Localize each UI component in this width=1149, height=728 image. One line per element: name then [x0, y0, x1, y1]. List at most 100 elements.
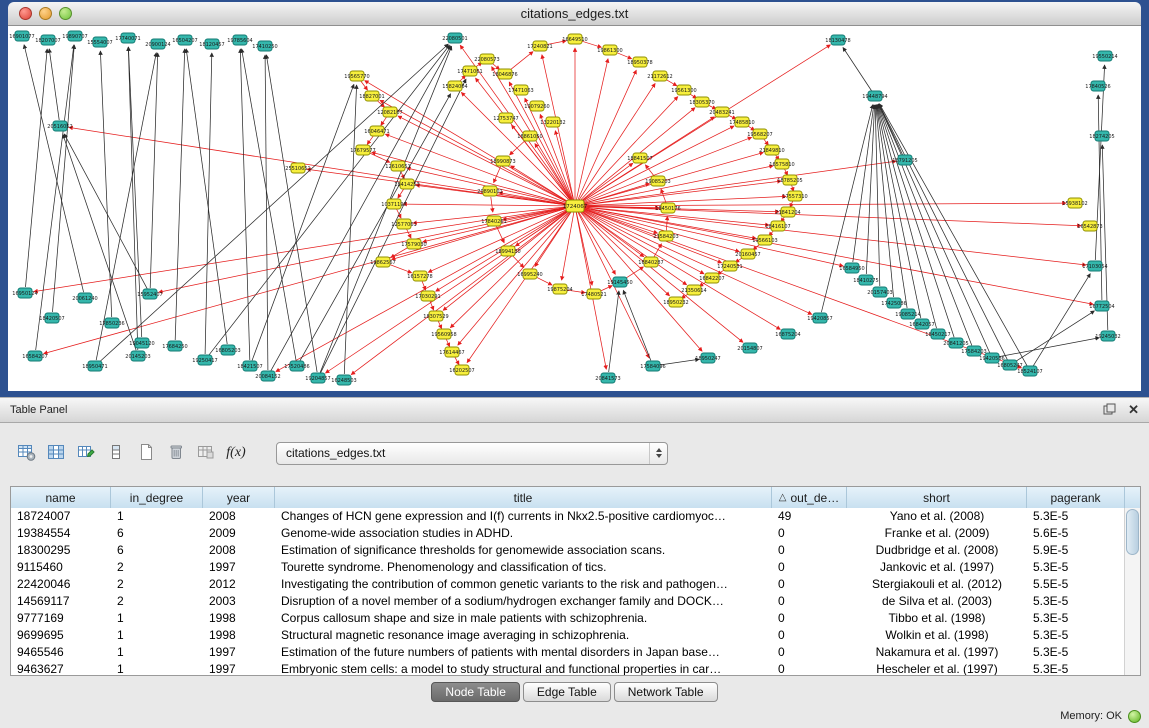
graph-node[interactable]: 17480521	[581, 289, 606, 299]
graph-node[interactable]: 19568207	[747, 129, 772, 139]
create-column-button[interactable]	[72, 440, 100, 467]
graph-node[interactable]: 19785604	[227, 35, 252, 45]
graph-node[interactable]: 17240821	[527, 41, 552, 51]
table-row[interactable]: 1456911722003Disruption of a novel membe…	[11, 593, 1125, 610]
graph-node[interactable]: 17485810	[729, 117, 754, 127]
graph-node[interactable]: 20154807	[737, 343, 762, 353]
table-row[interactable]: 946554611997Estimation of the future num…	[11, 644, 1125, 661]
window-titlebar[interactable]: citations_edges.txt	[8, 2, 1141, 26]
graph-node[interactable]: 21849810	[759, 145, 784, 155]
graph-node[interactable]: 20061240	[72, 293, 97, 303]
column-header-title[interactable]: title	[275, 487, 772, 508]
graph-node[interactable]: 16202507	[449, 365, 474, 375]
graph-node[interactable]: 20841205	[943, 338, 968, 348]
graph-node[interactable]: 18307529	[423, 311, 448, 321]
graph-node[interactable]: 18827001	[359, 91, 384, 101]
graph-node[interactable]: 20890101	[477, 186, 502, 196]
graph-node[interactable]: 20900124	[145, 39, 170, 49]
graph-node[interactable]: 16875204	[775, 329, 800, 339]
float-panel-button[interactable]	[1103, 403, 1116, 418]
graph-node[interactable]: 19566103	[752, 235, 777, 245]
graph-node[interactable]: 16861050	[517, 131, 542, 141]
graph-node[interactable]: 17103054	[1082, 261, 1107, 271]
graph-node[interactable]: 12610651	[385, 161, 410, 171]
tab-node-table[interactable]: Node Table	[431, 682, 520, 702]
graph-node[interactable]: 15554007	[87, 37, 112, 47]
graph-node[interactable]: 18120457	[199, 39, 224, 49]
graph-node[interactable]: 18450176	[655, 203, 680, 213]
graph-node[interactable]: 20084152	[255, 371, 280, 381]
graph-node[interactable]: 17584096	[640, 361, 665, 371]
graph-node[interactable]: 18950247	[695, 353, 720, 363]
graph-node[interactable]: 16842207	[699, 273, 724, 283]
graph-node[interactable]: 18410275	[853, 275, 878, 285]
network-graph[interactable]: 1956577018827001120821071604647117679577…	[8, 26, 1141, 391]
graph-node[interactable]: 19875204	[547, 284, 572, 294]
graph-node[interactable]: 17520486	[284, 361, 309, 371]
table-selector-dropdown[interactable]: citations_edges.txt	[276, 442, 668, 465]
graph-node[interactable]: 13220132	[540, 117, 565, 127]
column-header-in_degree[interactable]: in_degree	[111, 487, 203, 508]
graph-node[interactable]: 19085214	[895, 309, 920, 319]
graph-node[interactable]: 16805203	[215, 345, 240, 355]
graph-node[interactable]: 19565770	[344, 71, 369, 81]
zoom-window-button[interactable]	[59, 7, 72, 20]
graph-node[interactable]: 21584203	[653, 231, 678, 241]
graph-node[interactable]: 19890707	[62, 31, 87, 41]
tab-edge-table[interactable]: Edge Table	[523, 682, 611, 702]
graph-node[interactable]: 17557310	[782, 191, 807, 201]
graph-node[interactable]: 19204857	[305, 373, 330, 383]
tab-network-table[interactable]: Network Table	[614, 682, 718, 702]
table-row[interactable]: 977716911998Corpus callosum shape and si…	[11, 610, 1125, 627]
graph-node[interactable]: 16542873	[1077, 221, 1102, 231]
graph-node[interactable]: 20145203	[125, 351, 150, 361]
graph-node[interactable]: 17850236	[99, 318, 124, 328]
table-panel-header[interactable]: Table Panel ✕	[0, 398, 1149, 423]
graph-node[interactable]: 22080573	[474, 54, 499, 64]
table-row[interactable]: 911546021997Tourette syndrome. Phenomeno…	[11, 559, 1125, 576]
graph-node[interactable]: 10371197	[381, 199, 406, 209]
import-table-button[interactable]	[192, 440, 220, 467]
graph-node[interactable]: 20841573	[595, 373, 620, 383]
graph-node[interactable]: 19145450	[607, 277, 632, 287]
graph-node[interactable]: 16046876	[492, 69, 517, 79]
graph-node[interactable]: 21172612	[647, 71, 672, 81]
table-row[interactable]: 946362711997Embryonic stem cells: a mode…	[11, 661, 1125, 675]
new-table-button[interactable]	[132, 440, 160, 467]
graph-node[interactable]: 19561300	[671, 85, 696, 95]
graph-node[interactable]: 16901077	[9, 31, 34, 41]
graph-node[interactable]: 15938102	[1062, 198, 1087, 208]
graph-node[interactable]: 18274205	[1089, 131, 1114, 141]
graph-node[interactable]: 1724067	[563, 200, 588, 212]
graph-node[interactable]: 18841507	[627, 153, 652, 163]
graph-node[interactable]: 19250417	[192, 355, 217, 365]
graph-node[interactable]: 12577061	[391, 219, 416, 229]
graph-node[interactable]: 15952407	[137, 289, 162, 299]
graph-node[interactable]: 17740071	[115, 33, 140, 43]
graph-node[interactable]: 19420857	[807, 313, 832, 323]
graph-node[interactable]: 16842057	[909, 319, 934, 329]
graph-node[interactable]: 16791205	[892, 155, 917, 165]
column-header-short[interactable]: short	[847, 487, 1027, 508]
graph-node[interactable]: 17614467	[439, 347, 464, 357]
table-row[interactable]: 1938455462009Genome-wide association stu…	[11, 525, 1125, 542]
graph-node[interactable]: 19079260	[524, 101, 549, 111]
column-header-name[interactable]: name	[11, 487, 111, 508]
network-canvas[interactable]: 1956577018827001120821071604647117679577…	[8, 26, 1141, 391]
graph-node[interactable]: 18207007	[35, 35, 60, 45]
column-header-year[interactable]: year	[203, 487, 275, 508]
graph-node[interactable]: 18420507	[39, 313, 64, 323]
graph-node[interactable]: 18994130	[495, 246, 520, 256]
graph-node[interactable]: 18785205	[777, 175, 802, 185]
graph-node[interactable]: 19245032	[1095, 331, 1120, 341]
graph-node[interactable]: 18950471	[82, 361, 107, 371]
graph-node[interactable]: 16584950	[839, 263, 864, 273]
graph-node[interactable]: 20516052	[47, 121, 72, 131]
graph-node[interactable]: 18130478	[825, 35, 850, 45]
graph-node[interactable]: 16772504	[1089, 301, 1114, 311]
graph-node[interactable]: 19560958	[431, 329, 456, 339]
graph-node[interactable]: 17425086	[881, 298, 906, 308]
graph-node[interactable]: 17684250	[162, 341, 187, 351]
table-row[interactable]: 1830029562008Estimation of significance …	[11, 542, 1125, 559]
graph-node[interactable]: 16504207	[172, 35, 197, 45]
